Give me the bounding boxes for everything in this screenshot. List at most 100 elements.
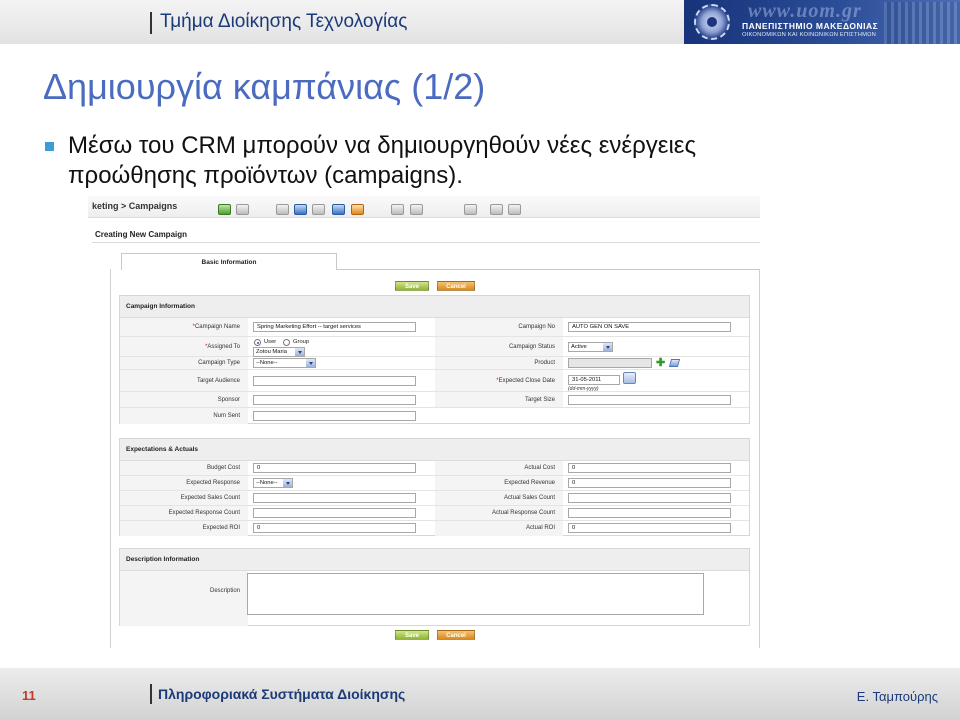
actual-response-count-input[interactable] [568, 508, 731, 518]
num-sent-input[interactable] [253, 411, 416, 421]
form-row: Budget Cost 0 Actual Cost 0 [120, 461, 749, 476]
description-textarea[interactable] [247, 573, 704, 615]
actual-cost-input[interactable]: 0 [568, 463, 731, 473]
sponsor-label: Sponsor [217, 397, 240, 403]
expectations-section: Expectations & Actuals Budget Cost 0 Act… [119, 438, 750, 536]
slide-title: Δημιουργία καμπάνιας (1/2) [43, 66, 486, 107]
product-label: Product [534, 360, 555, 366]
actual-roi-input[interactable]: 0 [568, 523, 731, 533]
mail-icon[interactable] [332, 204, 345, 215]
user-radio[interactable] [254, 339, 261, 346]
import-icon[interactable] [391, 204, 404, 215]
find-duplicates-icon[interactable] [464, 204, 477, 215]
campaign-information-title: Campaign Information [120, 296, 749, 318]
chevron-down-icon [309, 362, 313, 365]
clear-product-icon[interactable] [668, 359, 681, 367]
campaign-name-label: *Campaign Name [192, 324, 240, 330]
group-radio[interactable] [283, 339, 290, 346]
form-row: Num Sent [120, 408, 749, 424]
form-row: Sponsor Target Size [120, 392, 749, 408]
chevron-down-icon [606, 346, 610, 349]
bullet-square-icon [45, 142, 54, 151]
expected-sales-count-label: Expected Sales Count [180, 495, 240, 501]
form-row: *Campaign Name Spring Marketing Effort -… [120, 318, 749, 337]
campaign-type-label: Campaign Type [198, 360, 240, 366]
export-icon[interactable] [410, 204, 423, 215]
chat-icon[interactable] [351, 204, 364, 215]
clock-icon[interactable] [294, 204, 307, 215]
form-row: Campaign Type --None-- Product ✚ [120, 357, 749, 370]
expected-response-count-label: Expected Response Count [168, 510, 240, 516]
cancel-button[interactable]: Cancel [437, 281, 475, 291]
university-url: www.uom.gr [748, 0, 862, 22]
heading-rule [92, 242, 760, 243]
expected-response-count-input[interactable] [253, 508, 416, 518]
crm-page-heading: Creating New Campaign [95, 230, 188, 239]
tools-icon[interactable] [508, 204, 521, 215]
expected-revenue-label: Expected Revenue [504, 480, 555, 486]
calendar-picker-icon[interactable] [623, 372, 636, 384]
num-sent-label: Num Sent [213, 413, 240, 419]
form-row: Expected Response --None-- Expected Reve… [120, 476, 749, 491]
expected-roi-label: Expected ROI [202, 525, 240, 531]
group-radio-label: Group [293, 339, 310, 345]
actual-sales-count-input[interactable] [568, 493, 731, 503]
calculator-icon[interactable] [312, 204, 325, 215]
actual-cost-label: Actual Cost [524, 465, 555, 471]
calendar-icon[interactable] [276, 204, 289, 215]
label-bg [120, 571, 248, 626]
university-name: ΠΑΝΕΠΙΣΤΗΜΙΟ ΜΑΚΕΔΟΝΙΑΣ [742, 21, 879, 31]
assigned-user-value: Zotou Maria [256, 349, 287, 355]
author-name: Ε. Ταμπούρης [856, 689, 938, 704]
course-title: Πληροφοριακά Συστήματα Διοίκησης [158, 686, 406, 702]
expected-response-select[interactable]: --None-- [253, 478, 293, 488]
university-seal-icon [694, 4, 730, 40]
create-icon[interactable] [218, 204, 231, 215]
form-row: Expected ROI 0 Actual ROI 0 [120, 521, 749, 536]
save-button[interactable]: Save [395, 281, 429, 291]
add-product-icon[interactable]: ✚ [656, 358, 665, 369]
tab-basic-information[interactable]: Basic Information [121, 253, 337, 270]
bullet-text: Μέσω του CRM μπορούν να δημιουργηθούν νέ… [68, 132, 697, 189]
target-size-label: Target Size [524, 397, 555, 403]
form-row: Expected Sales Count Actual Sales Count [120, 491, 749, 506]
campaign-no-field: AUTO GEN ON SAVE [568, 322, 731, 332]
expected-roi-input[interactable]: 0 [253, 523, 416, 533]
expected-response-label: Expected Response [186, 480, 240, 486]
form-row: Expected Response Count Actual Response … [120, 506, 749, 521]
close-date-label: *Expected Close Date [496, 378, 555, 384]
university-subtitle: ΟΙΚΟΝΟΜΙΚΩΝ ΚΑΙ ΚΟΙΝΩΝΙΚΩΝ ΕΠΙΣΤΗΜΩΝ [742, 32, 877, 38]
close-date-input[interactable]: 31-05-2011 [568, 375, 620, 385]
target-size-input[interactable] [568, 395, 731, 405]
header-divider [150, 12, 152, 34]
assigned-user-select[interactable]: Zotou Maria [253, 347, 305, 357]
expected-response-value: --None-- [256, 480, 278, 486]
campaign-name-input[interactable]: Spring Marketing Effort -- target servic… [253, 322, 416, 332]
description-label: Description [209, 588, 240, 594]
campaign-type-select[interactable]: --None-- [253, 358, 316, 368]
campaign-information-section: Campaign Information *Campaign Name Spri… [119, 295, 750, 424]
actual-sales-count-label: Actual Sales Count [503, 495, 555, 501]
save-button-bottom[interactable]: Save [395, 630, 429, 640]
search-icon[interactable] [236, 204, 249, 215]
sponsor-input[interactable] [253, 395, 416, 405]
assigned-to-label: *Assigned To [205, 344, 240, 350]
cancel-button-bottom[interactable]: Cancel [437, 630, 475, 640]
product-field [568, 358, 652, 368]
page-number: 11 [22, 688, 36, 703]
expected-sales-count-input[interactable] [253, 493, 416, 503]
target-audience-input[interactable] [253, 376, 416, 386]
building-image [884, 2, 960, 44]
campaign-status-select[interactable]: Active [568, 342, 613, 352]
budget-cost-label: Budget Cost [206, 465, 240, 471]
description-title: Description Information [120, 549, 749, 571]
form-row: *Assigned To User Group Zotou Maria Camp… [120, 337, 749, 357]
actual-response-count-label: Actual Response Count [491, 510, 555, 516]
budget-cost-input[interactable]: 0 [253, 463, 416, 473]
description-section: Description Information Description [119, 548, 750, 626]
expected-revenue-input[interactable]: 0 [568, 478, 731, 488]
department-name: Τμήμα Διοίκησης Τεχνολογίας [160, 11, 408, 32]
footer-divider [150, 684, 152, 704]
campaign-status-value: Active [571, 344, 587, 350]
settings-icon[interactable] [490, 204, 503, 215]
